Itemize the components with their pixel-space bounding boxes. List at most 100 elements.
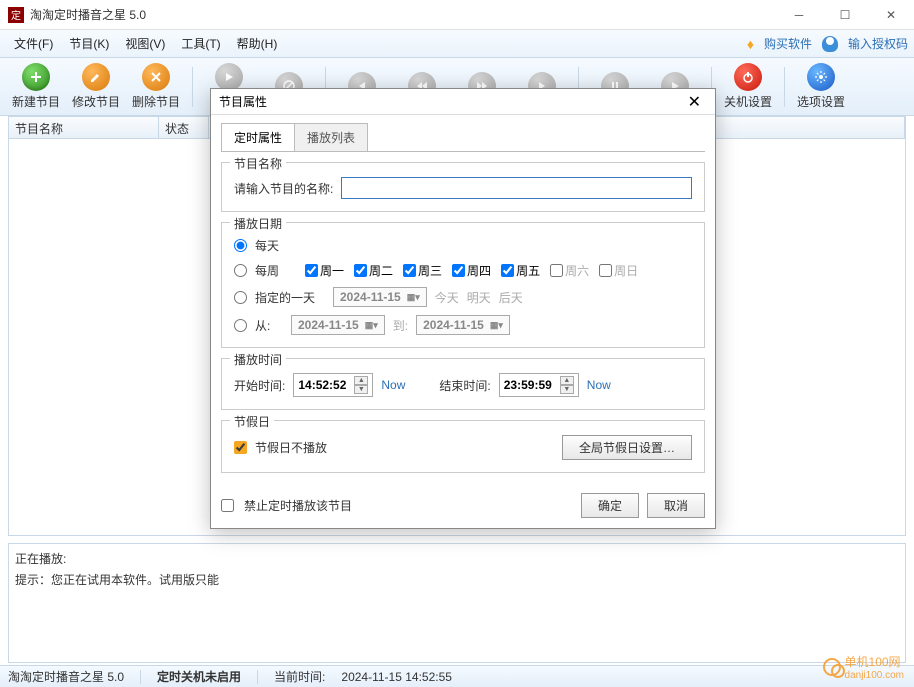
menu-help[interactable]: 帮助(H) bbox=[229, 31, 286, 56]
ok-button[interactable]: 确定 bbox=[581, 493, 639, 518]
calendar-icon: ▦▾ bbox=[365, 320, 378, 331]
titlebar: 定 淘淘定时播音之星 5.0 ─ ☐ ✕ bbox=[0, 0, 914, 30]
date-from[interactable]: 2024-11-15▦▾ bbox=[291, 315, 385, 335]
dialog-titlebar: 节目属性 ✕ bbox=[211, 89, 715, 115]
date-oneday[interactable]: 2024-11-15▦▾ bbox=[333, 287, 427, 307]
edit-program-button[interactable]: 修改节目 bbox=[68, 60, 124, 114]
gear-icon bbox=[807, 63, 835, 91]
start-now-button[interactable]: Now bbox=[381, 378, 405, 392]
disable-play-label: 禁止定时播放该节目 bbox=[244, 497, 352, 514]
chk-disable-play[interactable] bbox=[221, 499, 234, 512]
dialog-body: 节目名称 请输入节目的名称: 播放日期 每天 每周 周一 周二 周三 周四 bbox=[221, 151, 705, 473]
program-properties-dialog: 节目属性 ✕ 定时属性 播放列表 节目名称 请输入节目的名称: 播放日期 每天 … bbox=[210, 88, 716, 529]
radio-daily-label: 每天 bbox=[255, 237, 279, 254]
chk-mon[interactable] bbox=[305, 264, 318, 277]
end-now-button[interactable]: Now bbox=[587, 378, 611, 392]
options-button[interactable]: 选项设置 bbox=[793, 60, 849, 114]
dialog-footer: 禁止定时播放该节目 确定 取消 bbox=[211, 483, 715, 528]
edit-icon bbox=[82, 63, 110, 91]
legend-holiday: 节假日 bbox=[230, 413, 274, 430]
dialog-close-button[interactable]: ✕ bbox=[682, 92, 707, 112]
program-name-input[interactable] bbox=[341, 177, 692, 199]
chk-thu[interactable] bbox=[452, 264, 465, 277]
weekday-group: 周一 周二 周三 周四 周五 周六 周日 bbox=[305, 262, 638, 279]
now-playing-label: 正在播放: bbox=[15, 550, 899, 567]
calendar-icon: ▦▾ bbox=[490, 320, 503, 331]
chk-tue[interactable] bbox=[354, 264, 367, 277]
power-icon bbox=[734, 63, 762, 91]
minimize-button[interactable]: ─ bbox=[776, 0, 822, 30]
spinner-icon[interactable]: ▲▼ bbox=[354, 376, 368, 394]
menu-tools[interactable]: 工具(T) bbox=[173, 31, 228, 56]
maximize-button[interactable]: ☐ bbox=[822, 0, 868, 30]
status-separator bbox=[140, 670, 141, 684]
btn-today[interactable]: 今天 bbox=[435, 289, 459, 306]
options-label: 选项设置 bbox=[797, 93, 845, 110]
trial-hint: 提示：您正在试用本软件。试用版只能 bbox=[15, 571, 899, 588]
spinner-icon[interactable]: ▲▼ bbox=[560, 376, 574, 394]
toolbar-separator bbox=[192, 67, 193, 107]
btn-dayafter[interactable]: 后天 bbox=[499, 289, 523, 306]
fieldset-holiday: 节假日 节假日不播放 全局节假日设置… bbox=[221, 420, 705, 473]
holiday-settings-button[interactable]: 全局节假日设置… bbox=[562, 435, 692, 460]
shutdown-label: 关机设置 bbox=[724, 93, 772, 110]
legend-name: 节目名称 bbox=[230, 155, 286, 172]
radio-oneday-label: 指定的一天 bbox=[255, 289, 325, 306]
menubar: 文件(F) 节目(K) 视图(V) 工具(T) 帮助(H) ♦ 购买软件 输入授… bbox=[0, 30, 914, 58]
tab-playlist[interactable]: 播放列表 bbox=[294, 123, 368, 151]
radio-range[interactable] bbox=[234, 319, 247, 332]
calendar-icon: ▦▾ bbox=[407, 292, 420, 303]
new-icon bbox=[22, 63, 50, 91]
buy-link[interactable]: 购买软件 bbox=[764, 35, 812, 52]
enter-key-link[interactable]: 输入授权码 bbox=[848, 35, 908, 52]
range-to-label: 到: bbox=[393, 317, 408, 334]
window-title: 淘淘定时播音之星 5.0 bbox=[30, 6, 146, 23]
shutdown-button[interactable]: 关机设置 bbox=[720, 60, 776, 114]
fieldset-name: 节目名称 请输入节目的名称: bbox=[221, 162, 705, 212]
end-time-input[interactable]: 23:59:59 ▲▼ bbox=[499, 373, 579, 397]
status-shutdown: 定时关机未启用 bbox=[157, 668, 241, 685]
menu-program[interactable]: 节目(K) bbox=[61, 31, 117, 56]
chk-sun[interactable] bbox=[599, 264, 612, 277]
menu-file[interactable]: 文件(F) bbox=[6, 31, 61, 56]
date-to[interactable]: 2024-11-15▦▾ bbox=[416, 315, 510, 335]
chk-fri[interactable] bbox=[501, 264, 514, 277]
dialog-title: 节目属性 bbox=[219, 93, 267, 110]
delete-program-button[interactable]: 删除节目 bbox=[128, 60, 184, 114]
dialog-tabs: 定时属性 播放列表 bbox=[211, 115, 715, 151]
edit-label: 修改节目 bbox=[72, 93, 120, 110]
delete-icon bbox=[142, 63, 170, 91]
radio-weekly[interactable] bbox=[234, 264, 247, 277]
holiday-skip-label: 节假日不播放 bbox=[255, 439, 327, 456]
diamond-icon: ♦ bbox=[747, 36, 754, 52]
legend-time: 播放时间 bbox=[230, 351, 286, 368]
start-time-input[interactable]: 14:52:52 ▲▼ bbox=[293, 373, 373, 397]
status-panel: 正在播放: 提示：您正在试用本软件。试用版只能 bbox=[8, 543, 906, 663]
radio-daily[interactable] bbox=[234, 239, 247, 252]
chk-holiday-skip[interactable] bbox=[234, 441, 247, 454]
status-separator bbox=[257, 670, 258, 684]
radio-oneday[interactable] bbox=[234, 291, 247, 304]
menu-view[interactable]: 视图(V) bbox=[117, 31, 173, 56]
tab-timer[interactable]: 定时属性 bbox=[221, 123, 295, 151]
chk-sat[interactable] bbox=[550, 264, 563, 277]
col-name[interactable]: 节目名称 bbox=[9, 117, 159, 138]
app-icon: 定 bbox=[8, 7, 24, 23]
statusbar: 淘淘定时播音之星 5.0 定时关机未启用 当前时间: 2024-11-15 14… bbox=[0, 665, 914, 687]
window-controls: ─ ☐ ✕ bbox=[776, 0, 914, 30]
play-icon bbox=[215, 63, 243, 91]
watermark-icon bbox=[823, 658, 841, 676]
radio-weekly-label: 每周 bbox=[255, 262, 297, 279]
fieldset-date: 播放日期 每天 每周 周一 周二 周三 周四 周五 周六 周日 bbox=[221, 222, 705, 348]
chk-wed[interactable] bbox=[403, 264, 416, 277]
status-time-label: 当前时间: bbox=[274, 668, 325, 685]
watermark-url: danji100.com bbox=[845, 670, 904, 681]
new-label: 新建节目 bbox=[12, 93, 60, 110]
close-button[interactable]: ✕ bbox=[868, 0, 914, 30]
legend-date: 播放日期 bbox=[230, 215, 286, 232]
btn-tomorrow[interactable]: 明天 bbox=[467, 289, 491, 306]
watermark-text: 单机100网 bbox=[845, 653, 904, 670]
cancel-button[interactable]: 取消 bbox=[647, 493, 705, 518]
col-status[interactable]: 状态 bbox=[159, 117, 209, 138]
new-program-button[interactable]: 新建节目 bbox=[8, 60, 64, 114]
